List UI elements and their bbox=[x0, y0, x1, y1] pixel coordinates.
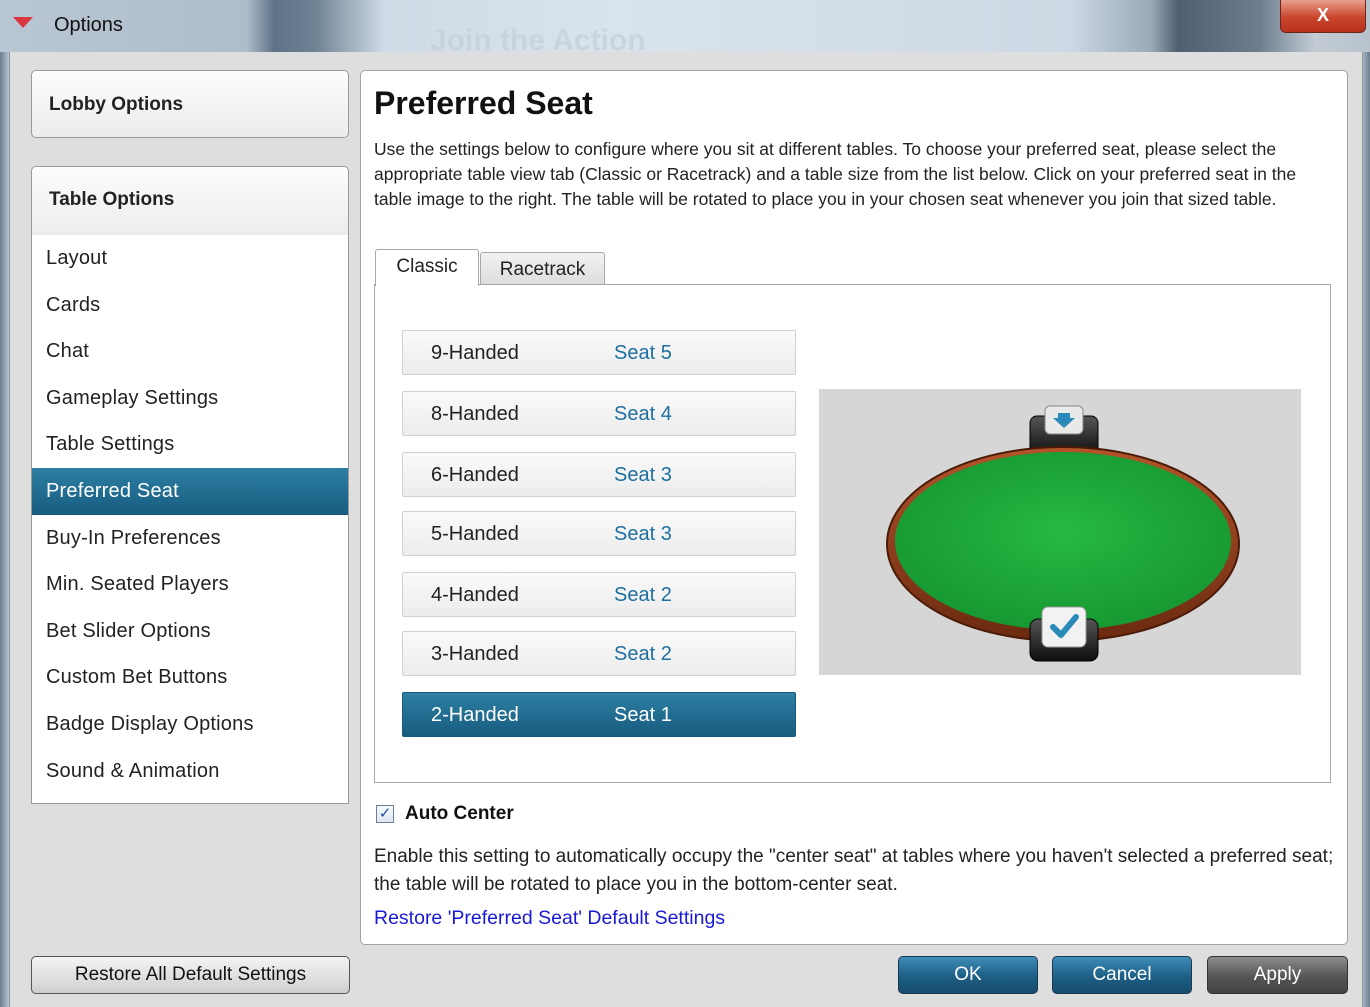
table-size-label: 4-Handed bbox=[431, 584, 519, 606]
app-menu-icon[interactable] bbox=[13, 17, 33, 28]
table-options-label: Table Options bbox=[49, 189, 175, 210]
ok-button[interactable]: OK bbox=[898, 956, 1038, 994]
preferred-seat-value: Seat 1 bbox=[614, 704, 672, 726]
lobby-options-label: Lobby Options bbox=[49, 94, 184, 115]
seat-row[interactable]: 5-Handed Seat 3 bbox=[402, 511, 796, 556]
cancel-button[interactable]: Cancel bbox=[1052, 956, 1192, 994]
restore-preferred-seat-link[interactable]: Restore 'Preferred Seat' Default Setting… bbox=[374, 907, 725, 930]
sidebar-item-buy-in-preferences[interactable]: Buy-In Preferences bbox=[32, 515, 348, 562]
settings-panel: Preferred Seat Use the settings below to… bbox=[360, 70, 1348, 945]
preferred-seat-value: Seat 2 bbox=[614, 643, 672, 665]
sidebar-item-custom-bet-buttons[interactable]: Custom Bet Buttons bbox=[32, 654, 348, 701]
auto-center-checkbox[interactable]: ✓ bbox=[376, 805, 394, 823]
auto-center-description: Enable this setting to automatically occ… bbox=[374, 846, 1334, 895]
seat-row[interactable]: 3-Handed Seat 2 bbox=[402, 631, 796, 676]
seat-row[interactable]: 4-Handed Seat 2 bbox=[402, 572, 796, 617]
auto-center-label: Auto Center bbox=[405, 803, 514, 824]
sidebar-item-layout[interactable]: Layout bbox=[32, 235, 348, 282]
preferred-seat-value: Seat 4 bbox=[614, 403, 672, 425]
preferred-seat-value: Seat 3 bbox=[614, 464, 672, 486]
page-description: Use the settings below to configure wher… bbox=[374, 139, 1297, 209]
window-border-left bbox=[0, 52, 9, 1007]
window-title: Options bbox=[54, 14, 123, 36]
table-size-label: 6-Handed bbox=[431, 464, 519, 486]
sidebar-item-min-seated-players[interactable]: Min. Seated Players bbox=[32, 561, 348, 608]
preferred-seat-value: Seat 2 bbox=[614, 584, 672, 606]
sidebar-item-badge-display-options[interactable]: Badge Display Options bbox=[32, 701, 348, 748]
sidebar-item-preferred-seat[interactable]: Preferred Seat bbox=[32, 467, 348, 515]
restore-all-defaults-button[interactable]: Restore All Default Settings bbox=[31, 956, 350, 994]
lobby-options-button[interactable]: Lobby Options bbox=[31, 70, 349, 138]
sidebar-item-chat[interactable]: Chat bbox=[32, 328, 348, 375]
close-button[interactable]: X bbox=[1280, 0, 1366, 33]
classic-tab-content: 9-Handed Seat 5 8-Handed Seat 4 6-Handed Seat… bbox=[374, 284, 1331, 783]
seat-row[interactable]: 6-Handed Seat 3 bbox=[402, 452, 796, 497]
seat-row[interactable]: 2-Handed Seat 1 bbox=[402, 692, 796, 737]
table-size-label: 9-Handed bbox=[431, 342, 519, 364]
tab-classic[interactable]: Classic bbox=[375, 249, 479, 286]
table-size-label: 5-Handed bbox=[431, 523, 519, 545]
sidebar-item-gameplay-settings[interactable]: Gameplay Settings bbox=[32, 375, 348, 422]
seat-row[interactable]: 8-Handed Seat 4 bbox=[402, 391, 796, 436]
table-options-list: Layout Cards Chat Gameplay Settings Table Se… bbox=[31, 235, 349, 804]
sidebar-item-table-settings[interactable]: Table Settings bbox=[32, 421, 348, 468]
poker-table-image bbox=[886, 405, 1240, 662]
page-title: Preferred Seat bbox=[374, 85, 593, 121]
preferred-seat-value: Seat 5 bbox=[614, 342, 672, 364]
sidebar-item-cards[interactable]: Cards bbox=[32, 282, 348, 329]
apply-button[interactable]: Apply bbox=[1207, 956, 1348, 994]
table-size-label: 8-Handed bbox=[431, 403, 519, 425]
sidebar-item-sound-animation[interactable]: Sound & Animation bbox=[32, 748, 348, 795]
seat-row[interactable]: 9-Handed Seat 5 bbox=[402, 330, 796, 375]
table-size-label: 2-Handed bbox=[431, 704, 519, 726]
tab-racetrack[interactable]: Racetrack bbox=[480, 252, 605, 286]
title-bar: Options Join the Action X bbox=[0, 0, 1370, 57]
table-preview[interactable] bbox=[819, 389, 1301, 675]
table-size-label: 3-Handed bbox=[431, 643, 519, 665]
sidebar-item-bet-slider-options[interactable]: Bet Slider Options bbox=[32, 608, 348, 655]
table-options-button[interactable]: Table Options bbox=[31, 166, 349, 236]
preferred-seat-value: Seat 3 bbox=[614, 523, 672, 545]
